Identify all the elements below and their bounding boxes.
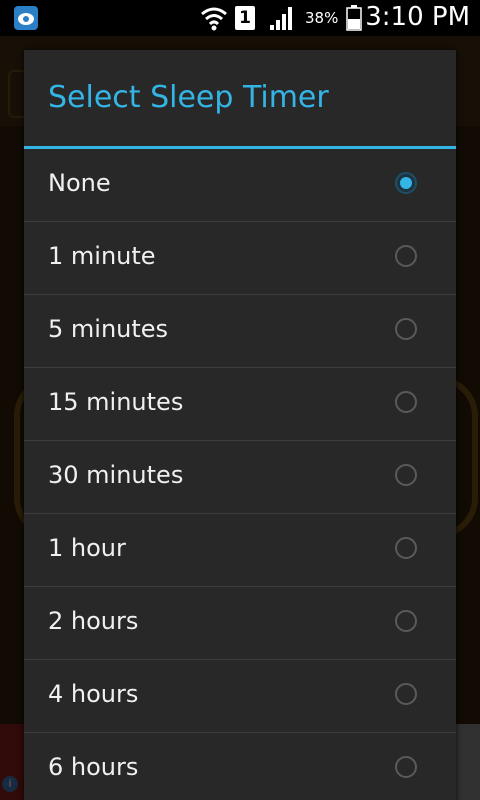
radio-button[interactable]: [395, 683, 417, 705]
sim-badge: 1: [235, 6, 255, 30]
sleep-timer-option[interactable]: 1 hour: [24, 514, 456, 587]
radio-button[interactable]: [395, 537, 417, 559]
radio-dot-icon: [400, 177, 412, 189]
sleep-timer-option[interactable]: 2 hours: [24, 587, 456, 660]
sleep-timer-option[interactable]: 30 minutes: [24, 441, 456, 514]
radio-button[interactable]: [395, 756, 417, 778]
radio-button[interactable]: [395, 610, 417, 632]
sleep-timer-options: None 1 minute 5 minutes 15 minutes 30 minute…: [24, 149, 456, 800]
screen: 1 38% 3:10 PM i Select Sleep Timer Non: [0, 0, 480, 800]
option-label: 1 minute: [48, 242, 156, 270]
sleep-timer-option[interactable]: 4 hours: [24, 660, 456, 733]
sleep-timer-option[interactable]: 15 minutes: [24, 368, 456, 441]
radio-button[interactable]: [395, 318, 417, 340]
option-label: 2 hours: [48, 607, 139, 635]
option-label: 15 minutes: [48, 388, 184, 416]
radio-button[interactable]: [395, 391, 417, 413]
option-label: 5 minutes: [48, 315, 169, 343]
option-label: 4 hours: [48, 680, 139, 708]
sleep-timer-option[interactable]: None: [24, 149, 456, 222]
radio-button[interactable]: [395, 464, 417, 486]
status-bar: 1 38% 3:10 PM: [0, 0, 480, 36]
battery-percent: 38%: [305, 9, 339, 27]
dialog-title: Select Sleep Timer: [48, 80, 329, 115]
radio-button[interactable]: [395, 245, 417, 267]
signal-icon: [270, 7, 292, 30]
app-notification-icon: [14, 6, 38, 30]
option-label: 30 minutes: [48, 461, 184, 489]
battery-icon: [346, 5, 362, 31]
sleep-timer-option[interactable]: 1 minute: [24, 222, 456, 295]
radio-button-checked[interactable]: [395, 172, 417, 194]
sleep-timer-dialog: Select Sleep Timer None 1 minute 5 minutes…: [24, 50, 456, 800]
wifi-icon: [201, 7, 227, 31]
option-label: 6 hours: [48, 753, 139, 781]
option-label: None: [48, 169, 111, 197]
option-label: 1 hour: [48, 534, 126, 562]
sleep-timer-option[interactable]: 6 hours: [24, 733, 456, 800]
sleep-timer-option[interactable]: 5 minutes: [24, 295, 456, 368]
clock: 3:10 PM: [365, 2, 470, 32]
